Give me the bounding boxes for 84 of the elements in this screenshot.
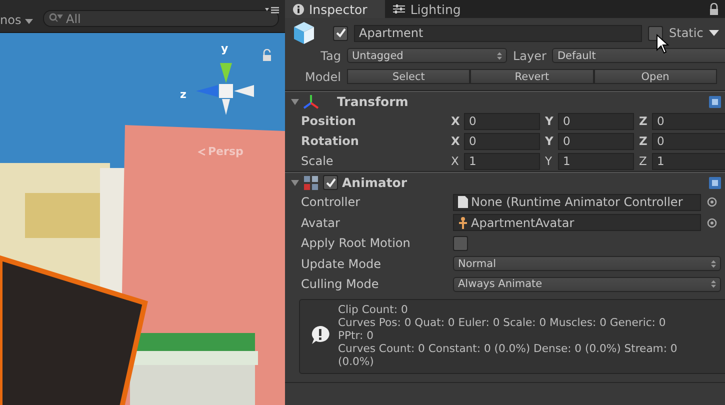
axis-label: X — [451, 154, 460, 168]
panel-tab[interactable]: Lighting — [385, 0, 479, 18]
component-header[interactable]: Animator — [285, 172, 725, 192]
axis-label: X — [451, 114, 461, 128]
foldout-arrow-icon[interactable] — [291, 178, 299, 186]
info-line: (0.0%) — [338, 354, 375, 368]
mode-dropdown[interactable]: Always Animate — [453, 276, 721, 292]
number-field[interactable]: 0 — [464, 132, 540, 150]
property-label: Scale — [301, 154, 334, 168]
property-label: Position — [301, 114, 357, 128]
search-icon — [49, 13, 64, 23]
component-header[interactable]: Transform — [285, 91, 725, 111]
model-button[interactable]: Select — [347, 69, 470, 84]
model-button[interactable]: Revert — [470, 69, 594, 84]
info-icon — [293, 4, 304, 14]
tag-label: Tag — [320, 48, 341, 62]
static-label: Static — [669, 26, 704, 40]
help-book-icon[interactable] — [709, 176, 722, 188]
axis-label: Z — [639, 154, 648, 168]
info-line: Curves Pos: 0 Quat: 0 Euler: 0 Scale: 0 Muscles: 0 Generic: 0 — [338, 316, 667, 328]
object-field[interactable]: ApartmentAvatar — [453, 214, 701, 232]
foldout-arrow-icon[interactable] — [291, 98, 299, 106]
up-down-arrows-icon — [497, 52, 502, 60]
property-label: Update Mode — [301, 256, 382, 271]
component-title: Transform — [337, 94, 408, 109]
axis-label: z — [180, 88, 186, 101]
model-label: Model — [304, 70, 341, 84]
axis-label: Z — [639, 114, 648, 128]
property-label: Apply Root Motion — [301, 236, 412, 250]
object-picker-icon[interactable] — [707, 197, 717, 208]
up-down-arrows-icon — [711, 260, 716, 268]
number-field[interactable]: 1 — [558, 152, 634, 170]
number-field[interactable]: 1 — [464, 152, 540, 170]
number-field[interactable]: 0 — [558, 112, 634, 130]
object-picker-icon[interactable] — [707, 218, 717, 228]
gizmos-menu[interactable]: nos — [0, 13, 36, 27]
object-value: None (Runtime Animator Controller — [471, 195, 683, 210]
info-line: PPtr: 0 — [338, 328, 374, 342]
layer-label: Layer — [513, 48, 546, 62]
lock-icon[interactable] — [709, 3, 720, 15]
info-bubble-icon — [310, 325, 330, 345]
cube-icon — [291, 20, 317, 46]
enabled-checkbox[interactable] — [323, 175, 338, 190]
axis-label: Y — [545, 154, 554, 168]
info-line: Curves Count: 0 Constant: 0 (0.0%) Dense: 0 (0.0%) Stream: 0 — [338, 342, 678, 354]
property-label: Avatar — [301, 216, 341, 230]
number-field[interactable]: 0 — [558, 132, 634, 150]
component-title: Animator — [342, 175, 408, 190]
transform-axes-icon — [303, 94, 319, 110]
axis-label: Y — [545, 134, 554, 148]
tag-dropdown[interactable]: Untagged — [347, 48, 507, 63]
model-button[interactable]: Open — [594, 69, 717, 84]
file-icon — [458, 196, 468, 208]
mode-dropdown[interactable]: Normal — [453, 256, 721, 272]
dropdown-arrow-icon — [25, 19, 34, 24]
number-field[interactable]: 0 — [652, 132, 725, 150]
dropdown-arrow-icon[interactable] — [709, 30, 720, 36]
number-field[interactable]: 0 — [464, 112, 540, 130]
property-label: Culling Mode — [301, 277, 380, 292]
search-field[interactable]: All — [43, 10, 279, 27]
number-field[interactable]: 1 — [652, 152, 725, 170]
up-down-arrows-icon — [711, 280, 716, 288]
property-label: Controller — [301, 195, 362, 210]
figure-icon — [458, 216, 468, 229]
axis-label: X — [451, 134, 461, 148]
help-book-icon[interactable] — [709, 96, 722, 108]
menu-icon[interactable] — [265, 6, 279, 14]
axis-label: Y — [545, 114, 554, 128]
mouse-cursor-icon — [656, 34, 670, 54]
layer-dropdown[interactable]: Default — [552, 48, 725, 63]
axis-label: Z — [639, 134, 648, 148]
active-checkbox[interactable] — [333, 26, 348, 40]
checkbox[interactable] — [453, 236, 468, 251]
object-field[interactable]: None (Runtime Animator Controller — [453, 194, 701, 211]
animator-icon — [303, 174, 319, 190]
object-value: ApartmentAvatar — [471, 216, 574, 230]
property-label: Rotation — [301, 134, 360, 148]
chevron-left-icon — [198, 148, 206, 156]
sliders-icon — [393, 4, 406, 14]
number-field[interactable]: 0 — [652, 112, 725, 130]
panel-tab[interactable]: Inspector — [285, 0, 386, 18]
axis-label: y — [221, 42, 228, 55]
info-line: Clip Count: 0 — [338, 302, 409, 316]
name-field[interactable]: Apartment — [354, 24, 642, 42]
